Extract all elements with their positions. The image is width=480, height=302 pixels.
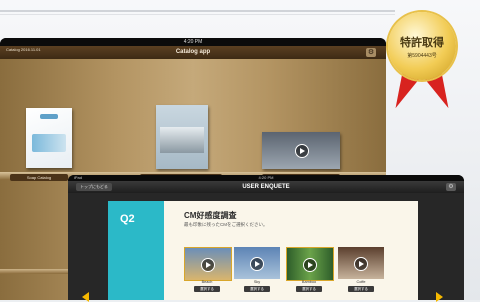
enquete-screen: iPad 4:20 PM トップにもどる USER ENQUETE ⚙ Q2 C… — [68, 175, 464, 300]
cover-art — [32, 134, 66, 152]
choice-item: Bamboo 選択する — [286, 247, 334, 292]
catalog-cover-single-room[interactable] — [156, 105, 208, 169]
choice-label: Sky — [253, 280, 261, 284]
choice-label: Coffe — [356, 280, 366, 284]
catalog-label: Soap Catalog — [10, 174, 68, 181]
catalog-cover-soap[interactable] — [26, 108, 72, 168]
catalog-cover-movie[interactable] — [262, 132, 340, 169]
play-icon — [201, 258, 215, 272]
play-icon — [295, 144, 309, 158]
chevron-left-icon[interactable] — [82, 292, 89, 302]
select-button[interactable]: 選択する — [244, 286, 270, 292]
cover-photo — [160, 127, 204, 153]
chevron-right-icon[interactable] — [436, 292, 443, 302]
video-thumbnail[interactable] — [286, 247, 334, 281]
patent-badge: 特許取得 第5904443号 — [384, 12, 460, 113]
play-icon — [354, 257, 368, 271]
play-icon — [303, 258, 317, 272]
choice-label: Bamboo — [301, 280, 317, 284]
select-button[interactable]: 選択する — [194, 286, 220, 292]
question-stripe: Q2 — [108, 201, 164, 300]
choice-label: Beach — [201, 280, 213, 284]
divider — [0, 14, 395, 15]
question-number: Q2 — [120, 213, 135, 225]
select-button[interactable]: 選択する — [296, 286, 322, 292]
gear-icon[interactable]: ⚙ — [446, 183, 456, 191]
choice-item: Sky 選択する — [234, 247, 280, 292]
question-card: Q2 CM好感度調査 最も印象に残ったCMをご選択ください。 Beach 選択す… — [108, 201, 418, 300]
patent-number: 第5904443号 — [407, 53, 437, 59]
video-thumbnail[interactable] — [234, 247, 280, 279]
select-button[interactable]: 選択する — [348, 286, 374, 292]
status-bar: 4:20 PM — [0, 38, 386, 46]
play-icon — [250, 257, 264, 271]
gear-icon[interactable]: ⚙ — [366, 48, 376, 57]
survey-instruction: 最も印象に残ったCMをご選択ください。 — [184, 222, 268, 227]
survey-title: CM好感度調査 — [184, 211, 237, 220]
app-title: Catalog app — [175, 49, 211, 55]
video-thumbnail[interactable] — [184, 247, 232, 281]
survey-area: Q2 CM好感度調査 最も印象に残ったCMをご選択ください。 Beach 選択す… — [68, 193, 464, 300]
choice-item: Beach 選択する — [184, 247, 232, 292]
screen-title: USER ENQUETE — [242, 184, 290, 190]
choice-item: Coffe 選択する — [338, 247, 384, 292]
video-thumbnail[interactable] — [338, 247, 384, 279]
badge-title: 特許取得 — [400, 36, 444, 49]
divider — [0, 10, 395, 12]
logo — [40, 114, 58, 119]
